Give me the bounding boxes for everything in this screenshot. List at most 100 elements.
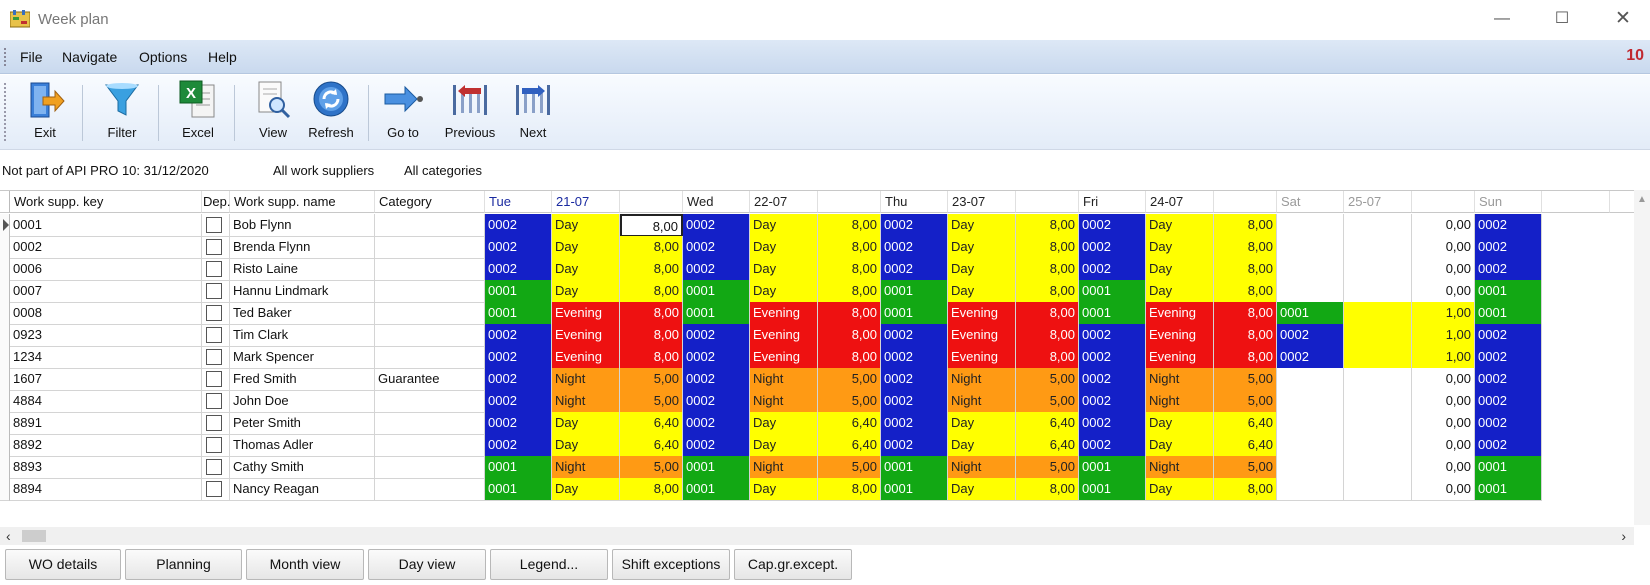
shift-hours-cell[interactable]: 8,00 <box>818 236 881 259</box>
shift-hours-cell[interactable]: 0,00 <box>1412 258 1475 281</box>
shift-hours-cell[interactable]: 5,00 <box>1214 390 1277 413</box>
shift-name-cell[interactable]: Day <box>750 236 818 259</box>
shift-name-cell[interactable]: Night <box>948 390 1016 413</box>
shift-code-cell[interactable]: 0002 <box>1079 258 1146 281</box>
shift-code-cell[interactable]: 0001 <box>1079 280 1146 303</box>
shift-name-cell[interactable]: Night <box>1146 368 1214 391</box>
shift-code-cell[interactable]: 0002 <box>485 434 552 457</box>
row-indicator[interactable] <box>0 280 10 303</box>
table-row[interactable]: 1607 Fred Smith Guarantee 0002 Night 5,00 0002… <box>0 368 1634 391</box>
day-header-date[interactable]: 21-07 <box>552 191 620 213</box>
shift-code-cell[interactable]: 0002 <box>881 434 948 457</box>
view-button[interactable]: View <box>250 79 296 145</box>
shift-name-cell[interactable]: Night <box>552 456 620 479</box>
day-header-name[interactable]: Sun <box>1475 191 1542 213</box>
shift-hours-cell[interactable]: 5,00 <box>1016 456 1079 479</box>
shift-hours-cell[interactable]: 8,00 <box>1214 346 1277 369</box>
wo-details-button[interactable]: WO details <box>5 549 121 580</box>
cell-category[interactable] <box>375 390 485 413</box>
shift-hours-cell[interactable]: 1,00 <box>1412 302 1475 325</box>
goto-button[interactable]: Go to <box>380 79 426 145</box>
row-indicator[interactable] <box>0 368 10 391</box>
cell-name[interactable]: Thomas Adler <box>230 434 375 457</box>
dep-checkbox[interactable] <box>206 283 222 299</box>
menu-grip[interactable] <box>4 48 6 66</box>
shift-code-cell[interactable]: 0001 <box>881 280 948 303</box>
scroll-up-icon[interactable]: ▲ <box>1637 194 1647 205</box>
menu-navigate[interactable]: Navigate <box>62 49 117 65</box>
shift-name-cell[interactable] <box>1344 456 1412 479</box>
day-header-hours[interactable] <box>818 191 881 213</box>
cell-key[interactable]: 0007 <box>10 280 202 303</box>
shift-name-cell[interactable]: Day <box>552 236 620 259</box>
shift-hours-cell[interactable]: 6,40 <box>1214 434 1277 457</box>
shift-name-cell[interactable]: Night <box>750 390 818 413</box>
cell-key[interactable]: 1607 <box>10 368 202 391</box>
day-header-date[interactable] <box>1542 191 1610 213</box>
day-header-hours[interactable] <box>620 191 683 213</box>
shift-code-cell[interactable]: 0002 <box>1475 368 1542 391</box>
row-indicator[interactable] <box>0 346 10 369</box>
shift-code-cell[interactable]: 0002 <box>683 258 750 281</box>
cell-name[interactable]: Risto Laine <box>230 258 375 281</box>
shift-code-cell[interactable]: 0002 <box>683 214 750 237</box>
shift-name-cell[interactable]: Night <box>948 456 1016 479</box>
cell-category[interactable] <box>375 302 485 325</box>
shift-name-cell[interactable] <box>1344 324 1412 347</box>
shift-name-cell[interactable]: Evening <box>750 346 818 369</box>
shift-hours-cell[interactable]: 8,00 <box>1016 236 1079 259</box>
shift-code-cell[interactable]: 0001 <box>1277 302 1344 325</box>
day-header-date[interactable]: 23-07 <box>948 191 1016 213</box>
cell-name[interactable]: Fred Smith <box>230 368 375 391</box>
shift-hours-cell[interactable]: 8,00 <box>1016 302 1079 325</box>
shift-code-cell[interactable]: 0002 <box>683 412 750 435</box>
shift-hours-cell[interactable]: 5,00 <box>1016 368 1079 391</box>
shift-name-cell[interactable] <box>1344 434 1412 457</box>
shift-name-cell[interactable]: Evening <box>1146 302 1214 325</box>
table-row[interactable]: 0007 Hannu Lindmark 0001 Day 8,00 0001 Day 8,00… <box>0 280 1634 303</box>
shift-name-cell[interactable] <box>1344 368 1412 391</box>
shift-name-cell[interactable] <box>1344 258 1412 281</box>
shift-name-cell[interactable]: Day <box>948 280 1016 303</box>
dep-checkbox[interactable] <box>206 393 222 409</box>
shift-name-cell[interactable]: Evening <box>750 324 818 347</box>
shift-hours-cell[interactable]: 6,40 <box>620 412 683 435</box>
row-indicator[interactable] <box>0 456 10 479</box>
shift-hours-cell[interactable]: 8,00 <box>1016 478 1079 501</box>
day-header-hours[interactable] <box>1016 191 1079 213</box>
shift-name-cell[interactable]: Night <box>552 368 620 391</box>
day-header-date[interactable]: 25-07 <box>1344 191 1412 213</box>
day-header-hours[interactable] <box>1412 191 1475 213</box>
shift-hours-cell[interactable]: 0,00 <box>1412 368 1475 391</box>
shift-name-cell[interactable]: Day <box>1146 236 1214 259</box>
shift-hours-cell[interactable]: 6,40 <box>1016 434 1079 457</box>
shift-code-cell[interactable]: 0002 <box>683 324 750 347</box>
toolbar-grip[interactable] <box>4 83 6 141</box>
cell-name[interactable]: Tim Clark <box>230 324 375 347</box>
shift-hours-cell[interactable]: 0,00 <box>1412 456 1475 479</box>
table-row[interactable]: 1234 Mark Spencer 0002 Evening 8,00 0002 Eveni… <box>0 346 1634 369</box>
cell-category[interactable] <box>375 346 485 369</box>
shift-hours-cell[interactable]: 5,00 <box>620 368 683 391</box>
shift-name-cell[interactable]: Day <box>948 236 1016 259</box>
shift-hours-cell[interactable]: 8,00 <box>818 280 881 303</box>
shift-hours-cell[interactable]: 8,00 <box>1214 214 1277 237</box>
shift-name-cell[interactable]: Evening <box>948 324 1016 347</box>
shift-name-cell[interactable]: Evening <box>1146 346 1214 369</box>
exit-button[interactable]: Exit <box>22 79 68 145</box>
shift-name-cell[interactable]: Night <box>750 368 818 391</box>
shift-hours-cell[interactable]: 8,00 <box>818 302 881 325</box>
shift-code-cell[interactable]: 0002 <box>485 236 552 259</box>
shift-code-cell[interactable]: 0001 <box>683 302 750 325</box>
shift-hours-cell[interactable]: 8,00 <box>1214 478 1277 501</box>
shift-hours-cell[interactable]: 0,00 <box>1412 390 1475 413</box>
table-row[interactable]: 0001 Bob Flynn 0002 Day 8,00 0002 Day 8,00 0002 D… <box>0 214 1634 237</box>
shift-name-cell[interactable]: Day <box>750 280 818 303</box>
shift-hours-cell[interactable]: 8,00 <box>1214 324 1277 347</box>
shift-name-cell[interactable]: Day <box>750 412 818 435</box>
shift-hours-cell[interactable]: 8,00 <box>818 214 881 237</box>
shift-name-cell[interactable] <box>1344 280 1412 303</box>
cell-category[interactable] <box>375 456 485 479</box>
shift-name-cell[interactable] <box>1344 236 1412 259</box>
shift-name-cell[interactable]: Night <box>750 456 818 479</box>
